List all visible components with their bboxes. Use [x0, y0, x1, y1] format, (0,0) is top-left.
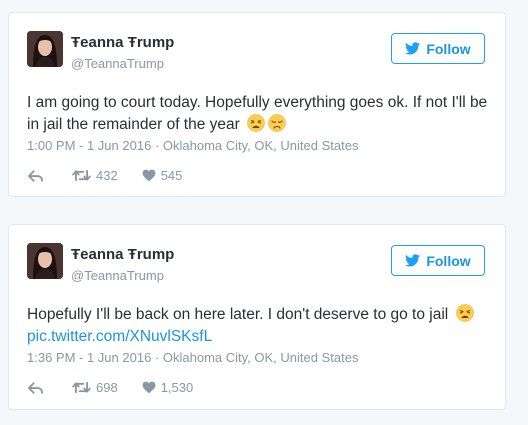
retweet-icon: [72, 169, 91, 182]
retweet-icon: [72, 381, 91, 394]
reply-button[interactable]: [28, 381, 48, 394]
follow-button[interactable]: Follow: [391, 33, 485, 64]
avatar[interactable]: [27, 243, 63, 279]
tweet-card: Ŧeanna Ŧrump @TeannaTrump Follow Hopeful…: [8, 224, 506, 410]
heart-icon: [142, 169, 156, 182]
tired-face-emoji: [455, 304, 474, 322]
tweet-meta: 1:36 PM - 1 Jun 2016 · Oklahoma City, OK…: [27, 350, 358, 365]
tweet-card: Ŧeanna Ŧrump @TeannaTrump Follow I am go…: [8, 12, 506, 197]
location[interactable]: Oklahoma City, OK, United States: [163, 138, 359, 153]
like-count: 1,530: [160, 380, 194, 395]
like-count: 545: [160, 168, 183, 183]
tweet-meta: 1:00 PM - 1 Jun 2016 · Oklahoma City, OK…: [27, 138, 358, 153]
author-handle[interactable]: @TeannaTrump: [71, 268, 164, 283]
heart-icon: [142, 381, 156, 394]
author-handle[interactable]: @TeannaTrump: [71, 56, 164, 71]
retweet-count: 698: [96, 380, 118, 395]
meta-separator: ·: [154, 350, 163, 365]
tweet-text: I am going to court today. Hopefully eve…: [27, 92, 489, 136]
timestamp[interactable]: 1:36 PM - 1 Jun 2016: [27, 350, 151, 365]
retweet-button[interactable]: 698: [72, 380, 118, 395]
tweet-body: Hopefully I'll be back on here later. I …: [27, 306, 449, 323]
disappointed-face-emoji: [268, 114, 286, 132]
retweet-count: 432: [96, 168, 118, 183]
reply-icon: [28, 381, 43, 394]
retweet-button[interactable]: 432: [72, 168, 118, 183]
follow-label: Follow: [426, 252, 471, 269]
like-button[interactable]: 545: [142, 168, 183, 183]
reply-icon: [28, 169, 43, 182]
reply-button[interactable]: [28, 169, 48, 182]
tweet-link[interactable]: pic.twitter.com/XNuvlSKsfL: [27, 328, 212, 345]
author-name[interactable]: Ŧeanna Ŧrump: [71, 246, 174, 263]
meta-separator: ·: [154, 138, 163, 153]
tired-face-emoji: [247, 114, 265, 132]
follow-label: Follow: [426, 40, 471, 57]
location[interactable]: Oklahoma City, OK, United States: [163, 350, 359, 365]
twitter-bird-icon: [405, 254, 421, 267]
follow-button[interactable]: Follow: [391, 245, 485, 276]
tweet-text: Hopefully I'll be back on here later. I …: [27, 304, 489, 348]
avatar[interactable]: [27, 31, 63, 67]
tweet-actions: 698 1,530: [28, 380, 217, 395]
twitter-bird-icon: [405, 42, 421, 55]
author-name[interactable]: Ŧeanna Ŧrump: [71, 34, 174, 51]
like-button[interactable]: 1,530: [142, 380, 194, 395]
timestamp[interactable]: 1:00 PM - 1 Jun 2016: [27, 138, 151, 153]
tweet-actions: 432 545: [28, 168, 206, 183]
